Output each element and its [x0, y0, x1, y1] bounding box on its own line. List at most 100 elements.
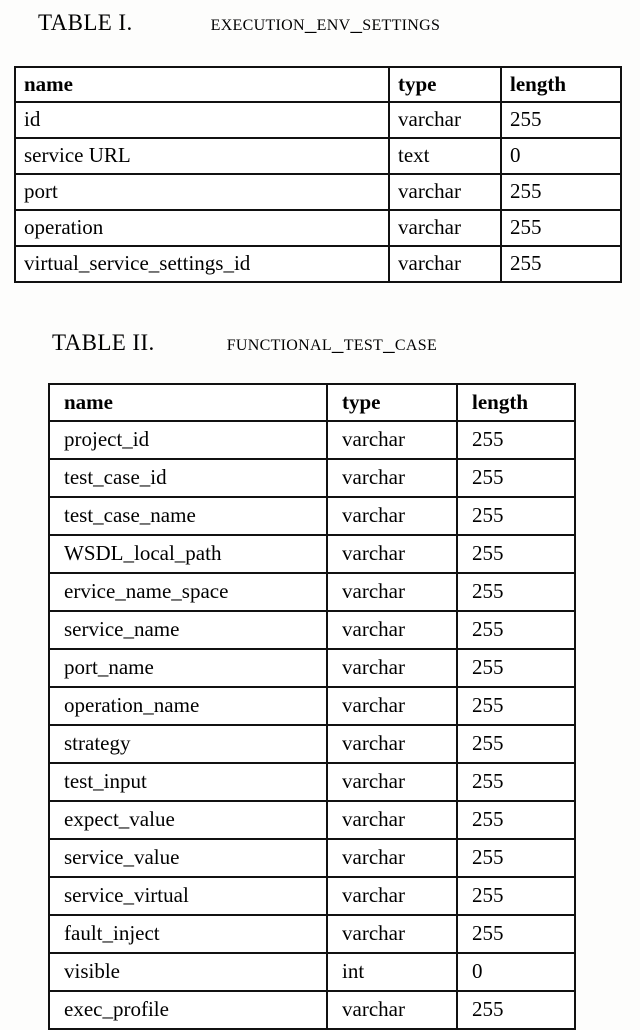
cell-field-type: varchar [326, 914, 458, 954]
table-row: service URL text 0 [14, 137, 622, 175]
table-row: test_case_name varchar 255 [48, 496, 576, 536]
table-row: service_name varchar 255 [48, 610, 576, 650]
cell-field-type: varchar [326, 686, 458, 726]
cell-field-name: visible [48, 952, 328, 992]
table-row: ervice_name_space varchar 255 [48, 572, 576, 612]
table-row: operation_name varchar 255 [48, 686, 576, 726]
cell-field-type: varchar [326, 876, 458, 916]
cell-field-type: varchar [388, 245, 502, 283]
table-1-caption-label: TABLE I. [38, 10, 133, 35]
cell-field-type: varchar [388, 209, 502, 247]
cell-field-length: 255 [456, 724, 576, 764]
table-2-caption-label: TABLE II. [52, 330, 155, 355]
cell-field-length: 255 [456, 648, 576, 688]
table-1-caption: TABLE I. EXECUTION_ENV_SETTINGS [38, 10, 440, 36]
cell-field-name: operation_name [48, 686, 328, 726]
cell-field-name: port [14, 173, 390, 211]
cell-field-name: service_virtual [48, 876, 328, 916]
table-row: test_case_id varchar 255 [48, 458, 576, 498]
cell-field-length: 255 [456, 420, 576, 460]
table-row: project_id varchar 255 [48, 420, 576, 460]
document-page: TABLE I. EXECUTION_ENV_SETTINGS name typ… [0, 0, 640, 1030]
cell-field-length: 255 [500, 245, 622, 283]
cell-field-type: text [388, 137, 502, 175]
table-row: expect_value varchar 255 [48, 800, 576, 840]
cell-field-length: 255 [456, 534, 576, 574]
table-1-caption-name: EXECUTION_ENV_SETTINGS [210, 10, 441, 35]
cell-field-type: varchar [326, 572, 458, 612]
cell-field-type: varchar [326, 534, 458, 574]
cell-field-name: port_name [48, 648, 328, 688]
cell-field-type: varchar [326, 420, 458, 460]
cell-field-name: virtual_service_settings_id [14, 245, 390, 283]
table-row: virtual_service_settings_id varchar 255 [14, 245, 622, 283]
cell-field-type: varchar [326, 648, 458, 688]
column-header-length: length [500, 66, 622, 103]
cell-field-length: 255 [456, 496, 576, 536]
cell-field-name: test_case_id [48, 458, 328, 498]
cell-field-length: 255 [456, 686, 576, 726]
cell-field-length: 0 [456, 952, 576, 992]
cell-field-type: varchar [326, 724, 458, 764]
table-row: operation varchar 255 [14, 209, 622, 247]
column-header-name: name [14, 66, 390, 103]
cell-field-type: varchar [326, 762, 458, 802]
cell-field-length: 255 [456, 914, 576, 954]
cell-field-length: 255 [456, 800, 576, 840]
cell-field-length: 255 [456, 876, 576, 916]
cell-field-name: service_name [48, 610, 328, 650]
cell-field-name: test_case_name [48, 496, 328, 536]
table-row: strategy varchar 255 [48, 724, 576, 764]
cell-field-length: 255 [456, 762, 576, 802]
table-row: id varchar 255 [14, 101, 622, 139]
cell-field-length: 255 [456, 458, 576, 498]
cell-field-type: varchar [326, 838, 458, 878]
table-row: service_value varchar 255 [48, 838, 576, 878]
cell-field-name: WSDL_local_path [48, 534, 328, 574]
cell-field-name: strategy [48, 724, 328, 764]
table-row: test_input varchar 255 [48, 762, 576, 802]
cell-field-length: 0 [500, 137, 622, 175]
table-2-caption: TABLE II. FUNCTIONAL_TEST_CASE [52, 330, 437, 356]
cell-field-length: 255 [456, 838, 576, 878]
table-row: fault_inject varchar 255 [48, 914, 576, 954]
table-row: exec_profile varchar 255 [48, 990, 576, 1030]
cell-field-length: 255 [456, 990, 576, 1030]
cell-field-length: 255 [500, 101, 622, 139]
cell-field-type: varchar [388, 101, 502, 139]
cell-field-name: project_id [48, 420, 328, 460]
cell-field-name: service_value [48, 838, 328, 878]
execution-env-settings-table: name type length id varchar 255 service … [14, 66, 622, 283]
column-header-type: type [388, 66, 502, 103]
cell-field-type: varchar [326, 496, 458, 536]
cell-field-type: varchar [388, 173, 502, 211]
table-row: service_virtual varchar 255 [48, 876, 576, 916]
cell-field-length: 255 [456, 572, 576, 612]
table-header-row: name type length [14, 66, 622, 103]
table-row: port varchar 255 [14, 173, 622, 211]
cell-field-length: 255 [500, 209, 622, 247]
cell-field-type: varchar [326, 800, 458, 840]
cell-field-type: varchar [326, 458, 458, 498]
cell-field-type: int [326, 952, 458, 992]
cell-field-name: ervice_name_space [48, 572, 328, 612]
cell-field-type: varchar [326, 610, 458, 650]
functional-test-case-table: name type length project_id varchar 255 tes… [48, 383, 576, 1030]
cell-field-length: 255 [500, 173, 622, 211]
table-row: visible int 0 [48, 952, 576, 992]
cell-field-name: id [14, 101, 390, 139]
table-row: port_name varchar 255 [48, 648, 576, 688]
cell-field-name: fault_inject [48, 914, 328, 954]
cell-field-name: test_input [48, 762, 328, 802]
cell-field-name: service URL [14, 137, 390, 175]
table-header-row: name type length [48, 383, 576, 422]
column-header-name: name [48, 383, 328, 422]
cell-field-name: exec_profile [48, 990, 328, 1030]
table-row: WSDL_local_path varchar 255 [48, 534, 576, 574]
table-2-caption-name: FUNCTIONAL_TEST_CASE [226, 330, 438, 355]
column-header-type: type [326, 383, 458, 422]
cell-field-length: 255 [456, 610, 576, 650]
cell-field-name: operation [14, 209, 390, 247]
cell-field-name: expect_value [48, 800, 328, 840]
column-header-length: length [456, 383, 576, 422]
